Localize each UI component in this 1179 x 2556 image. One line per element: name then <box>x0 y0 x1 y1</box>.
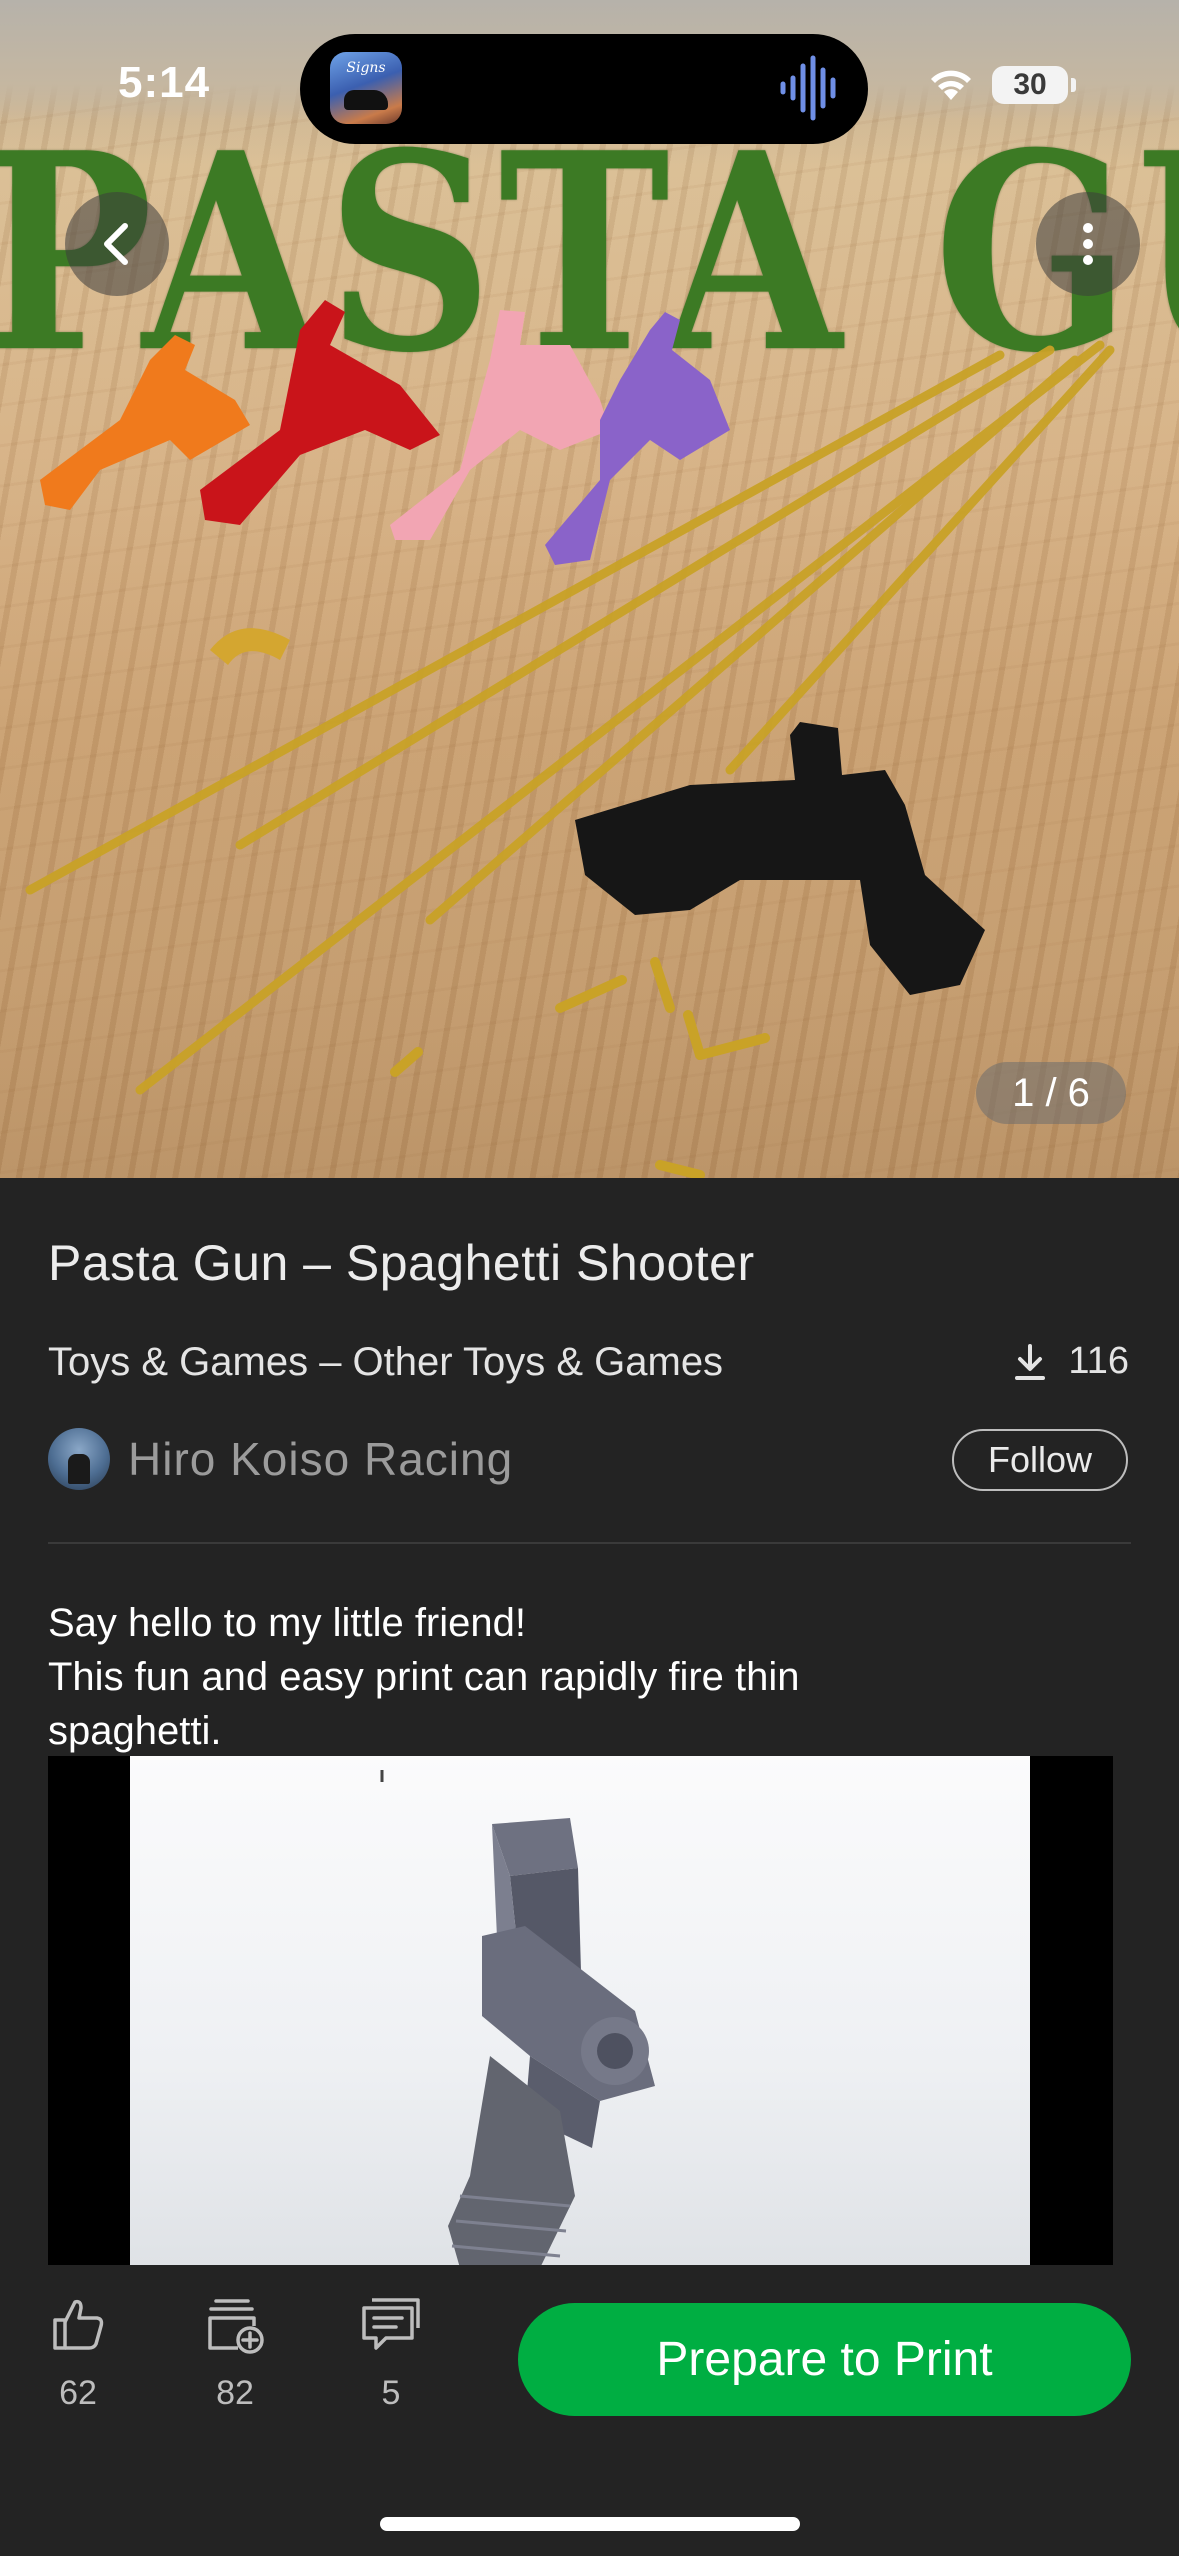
more-options-button[interactable] <box>1036 192 1140 296</box>
collect-count: 82 <box>216 2374 254 2412</box>
hero-image[interactable]: PASTA GUN <box>0 0 1179 1178</box>
collect-icon <box>208 2299 264 2354</box>
comment-count: 5 <box>381 2374 401 2412</box>
battery-level: 30 <box>1013 68 1047 101</box>
download-count-value: 116 <box>1068 1340 1129 1382</box>
description-line: This fun and easy print can rapidly fire… <box>48 1655 800 1699</box>
description-image[interactable] <box>48 1756 1113 2268</box>
more-icon <box>1083 223 1093 265</box>
prepare-to-print-button[interactable]: Prepare to Print <box>518 2303 1131 2416</box>
download-icon <box>1015 1343 1046 1380</box>
dynamic-island[interactable]: Signs <box>300 34 868 144</box>
description-line: spaghetti. <box>48 1709 222 1753</box>
back-icon <box>104 223 128 265</box>
piano-image <box>344 90 388 110</box>
like-count: 62 <box>59 2374 97 2412</box>
back-button[interactable] <box>65 192 169 296</box>
cad-render <box>130 1756 1030 2268</box>
like-icon <box>53 2299 104 2350</box>
image-counter: 1 / 6 <box>976 1062 1126 1124</box>
description-line: Say hello to my little friend! <box>48 1601 526 1645</box>
home-indicator[interactable] <box>380 2517 800 2531</box>
model-category[interactable]: Toys & Games – Other Toys & Games <box>48 1340 723 1385</box>
follow-button[interactable]: Follow <box>952 1429 1128 1491</box>
battery-icon: 30 <box>992 66 1068 104</box>
hero-photo-scene <box>25 300 1115 1178</box>
cad-gun-model <box>380 1770 655 2268</box>
author-name[interactable]: Hiro Koiso Racing <box>128 1432 513 1486</box>
status-time: 5:14 <box>118 58 211 107</box>
wifi-icon <box>931 70 971 100</box>
author-row[interactable]: Hiro Koiso Racing <box>48 1428 513 1490</box>
comment-icon <box>362 2298 420 2350</box>
now-playing-artwork: Signs <box>330 52 402 124</box>
audio-wave-icon <box>780 55 836 121</box>
comment-button[interactable]: 5 <box>331 2296 451 2413</box>
model-description: Say hello to my little friend! This fun … <box>48 1596 1128 1758</box>
download-count: 116 <box>1014 1340 1129 1383</box>
like-button[interactable]: 62 <box>18 2296 138 2413</box>
battery-nub <box>1071 78 1076 92</box>
collect-button[interactable]: 82 <box>175 2296 295 2413</box>
avatar[interactable] <box>48 1428 110 1490</box>
now-playing-art-text: Signs <box>346 60 386 76</box>
divider <box>48 1542 1131 1544</box>
model-title: Pasta Gun – Spaghetti Shooter <box>48 1235 755 1291</box>
